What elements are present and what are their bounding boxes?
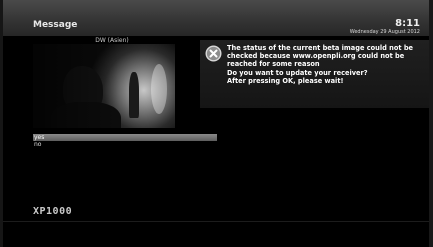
message-text: The status of the current beta image cou… (227, 44, 425, 85)
message-line: reached for some reason (227, 60, 320, 69)
clock-time: 8:11 (395, 18, 420, 29)
message-line: Do you want to update your receiver? (227, 68, 368, 77)
message-line: checked because www.openpli.org could no… (227, 52, 405, 61)
info-icon (205, 45, 222, 62)
pip-channel-label: DW (Asien) (95, 37, 129, 44)
picture-in-picture (33, 44, 175, 128)
screen: Message 8:11 Wednesday 29 August 2012 DW… (0, 0, 433, 247)
receiver-model: XP1000 (33, 206, 73, 217)
clock-date: Wednesday 29 August 2012 (349, 29, 420, 35)
footer-divider (3, 221, 429, 222)
window-title: Message (33, 20, 78, 30)
pip-shade (33, 44, 175, 128)
frame-left (0, 0, 3, 247)
message-line: After pressing OK, please wait! (227, 76, 344, 85)
choice-yes[interactable]: yes (33, 134, 217, 141)
choice-no[interactable]: no (33, 141, 217, 148)
frame-right (429, 0, 433, 247)
choice-list[interactable]: yes no (33, 134, 217, 148)
message-line: The status of the current beta image cou… (227, 44, 414, 52)
